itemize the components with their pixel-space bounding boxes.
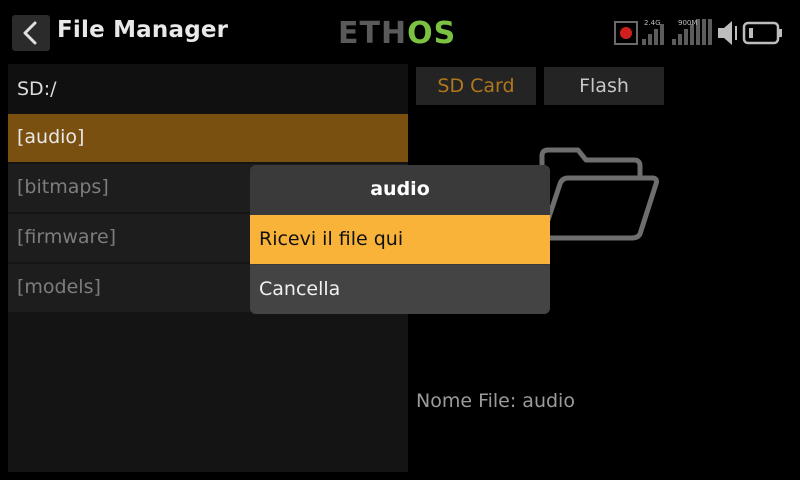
file-name-info: Nome File: audio <box>416 390 575 412</box>
band-900m-label: 900M <box>678 19 697 27</box>
chevron-left-icon <box>23 21 37 45</box>
record-icon <box>614 21 638 45</box>
speaker-icon <box>718 21 737 45</box>
list-item-audio[interactable]: [audio] <box>8 114 408 162</box>
context-dialog: audio Ricevi il file qui Cancella <box>250 165 550 314</box>
signal-2g4-icon <box>642 24 664 45</box>
back-button[interactable] <box>12 15 50 51</box>
list-item-label: [audio] <box>17 126 85 148</box>
current-path-label: SD:/ <box>17 78 57 100</box>
receive-file-here-option[interactable]: Ricevi il file qui <box>250 215 550 264</box>
list-item-label: [models] <box>17 276 101 298</box>
status-bar: 2.4G 900M <box>614 19 782 45</box>
svg-text:ETHOS: ETHOS <box>338 16 456 46</box>
band-2g4-label: 2.4G <box>644 19 661 27</box>
header-bar: File Manager ETHOS 2.4G 900M <box>0 0 800 56</box>
delete-option[interactable]: Cancella <box>250 265 550 314</box>
dialog-title: audio <box>250 165 550 215</box>
folder-icon <box>539 147 659 241</box>
page-title: File Manager <box>57 17 229 43</box>
tab-flash[interactable]: Flash <box>544 67 664 105</box>
tab-sd-card[interactable]: SD Card <box>416 67 536 105</box>
current-path: SD:/ <box>8 64 408 114</box>
list-item-label: [bitmaps] <box>17 176 109 198</box>
list-item-label: [firmware] <box>17 226 117 248</box>
battery-icon <box>742 21 782 45</box>
ethos-logo: ETHOS <box>338 16 456 46</box>
